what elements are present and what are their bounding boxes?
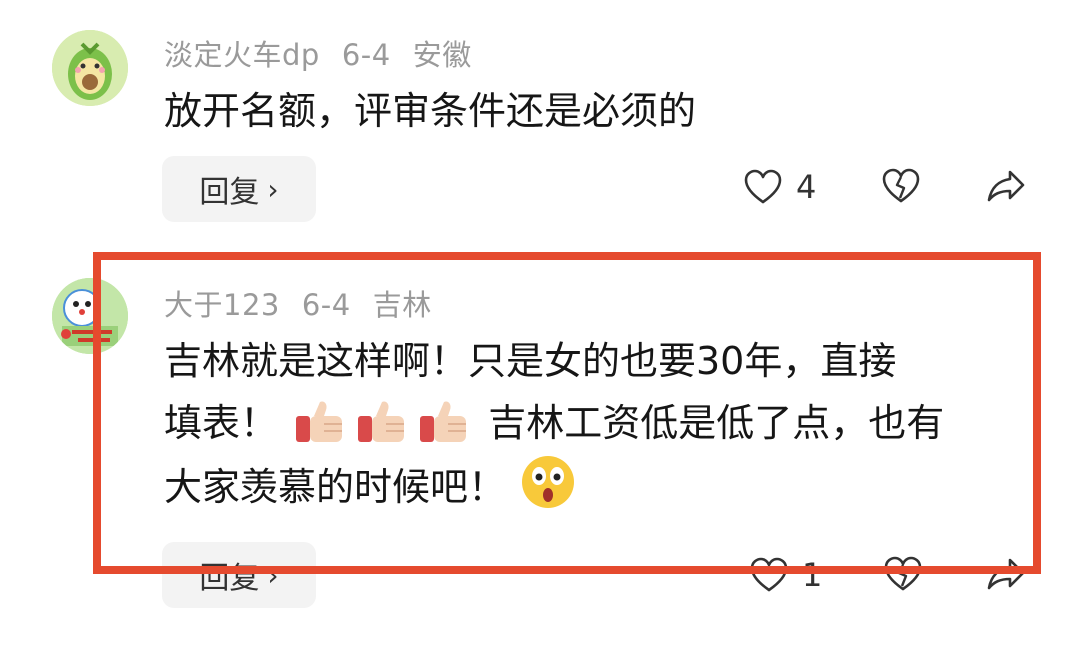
- reply-button[interactable]: 回复 ›: [162, 156, 316, 222]
- share-icon: [987, 170, 1025, 202]
- comment-meta: 淡定火车dp 6-4 安徽: [164, 32, 494, 74]
- comment-location: 安徽: [412, 38, 472, 72]
- comment-date: 6-4: [301, 288, 351, 322]
- comment-text: 吉林就是这样啊！只是女的也要30年，直接 填表！ 吉林工资低是低了点，也有 大家…: [164, 330, 1034, 518]
- text-segment: 大家羡慕的时候吧！: [164, 465, 507, 509]
- share-button[interactable]: [986, 556, 1026, 592]
- like-button[interactable]: 4: [744, 168, 816, 206]
- dislike-button[interactable]: [884, 556, 922, 592]
- username[interactable]: 淡定火车dp: [164, 38, 320, 72]
- share-icon: [987, 558, 1025, 590]
- reply-label: 回复: [199, 561, 260, 596]
- text-segment: 吉林工资低是低了点，也有: [488, 401, 945, 445]
- avatar[interactable]: [52, 278, 128, 354]
- astonished-emoji: [522, 456, 575, 508]
- broken-heart-icon: [884, 556, 922, 591]
- like-count: 1: [802, 556, 823, 594]
- thumbs-up-emoji: [358, 401, 405, 442]
- dislike-button[interactable]: [882, 168, 920, 204]
- reply-button[interactable]: 回复 ›: [162, 542, 316, 608]
- comment-meta: 大于123 6-4 吉林: [164, 282, 454, 324]
- like-button[interactable]: 1: [750, 556, 822, 594]
- broken-heart-icon: [882, 168, 920, 203]
- share-button[interactable]: [986, 168, 1026, 204]
- reply-label: 回复: [199, 175, 260, 210]
- comment-text-line: 吉林就是这样啊！只是女的也要30年，直接: [164, 339, 897, 383]
- text-segment: 填表！: [164, 401, 279, 445]
- avocado-avatar: [52, 30, 128, 106]
- thumbs-up-emoji: [296, 401, 343, 442]
- comment-location: 吉林: [372, 288, 432, 322]
- comment-text-line: 填表！ 吉林工资低是低了点，也有: [164, 392, 1034, 454]
- comment-date: 6-4: [341, 38, 391, 72]
- like-count: 4: [796, 168, 817, 206]
- comment-text-line: 大家羡慕的时候吧！: [164, 454, 1034, 518]
- cartoon-avatar: [52, 278, 128, 354]
- username[interactable]: 大于123: [164, 288, 280, 322]
- chevron-right-icon: ›: [267, 172, 279, 206]
- heart-icon: [744, 169, 782, 204]
- comment-text: 放开名额，评审条件还是必须的: [164, 89, 697, 133]
- heart-icon: [750, 557, 788, 592]
- thumbs-up-emoji: [420, 401, 467, 442]
- avatar[interactable]: [52, 30, 128, 106]
- chevron-right-icon: ›: [267, 558, 279, 592]
